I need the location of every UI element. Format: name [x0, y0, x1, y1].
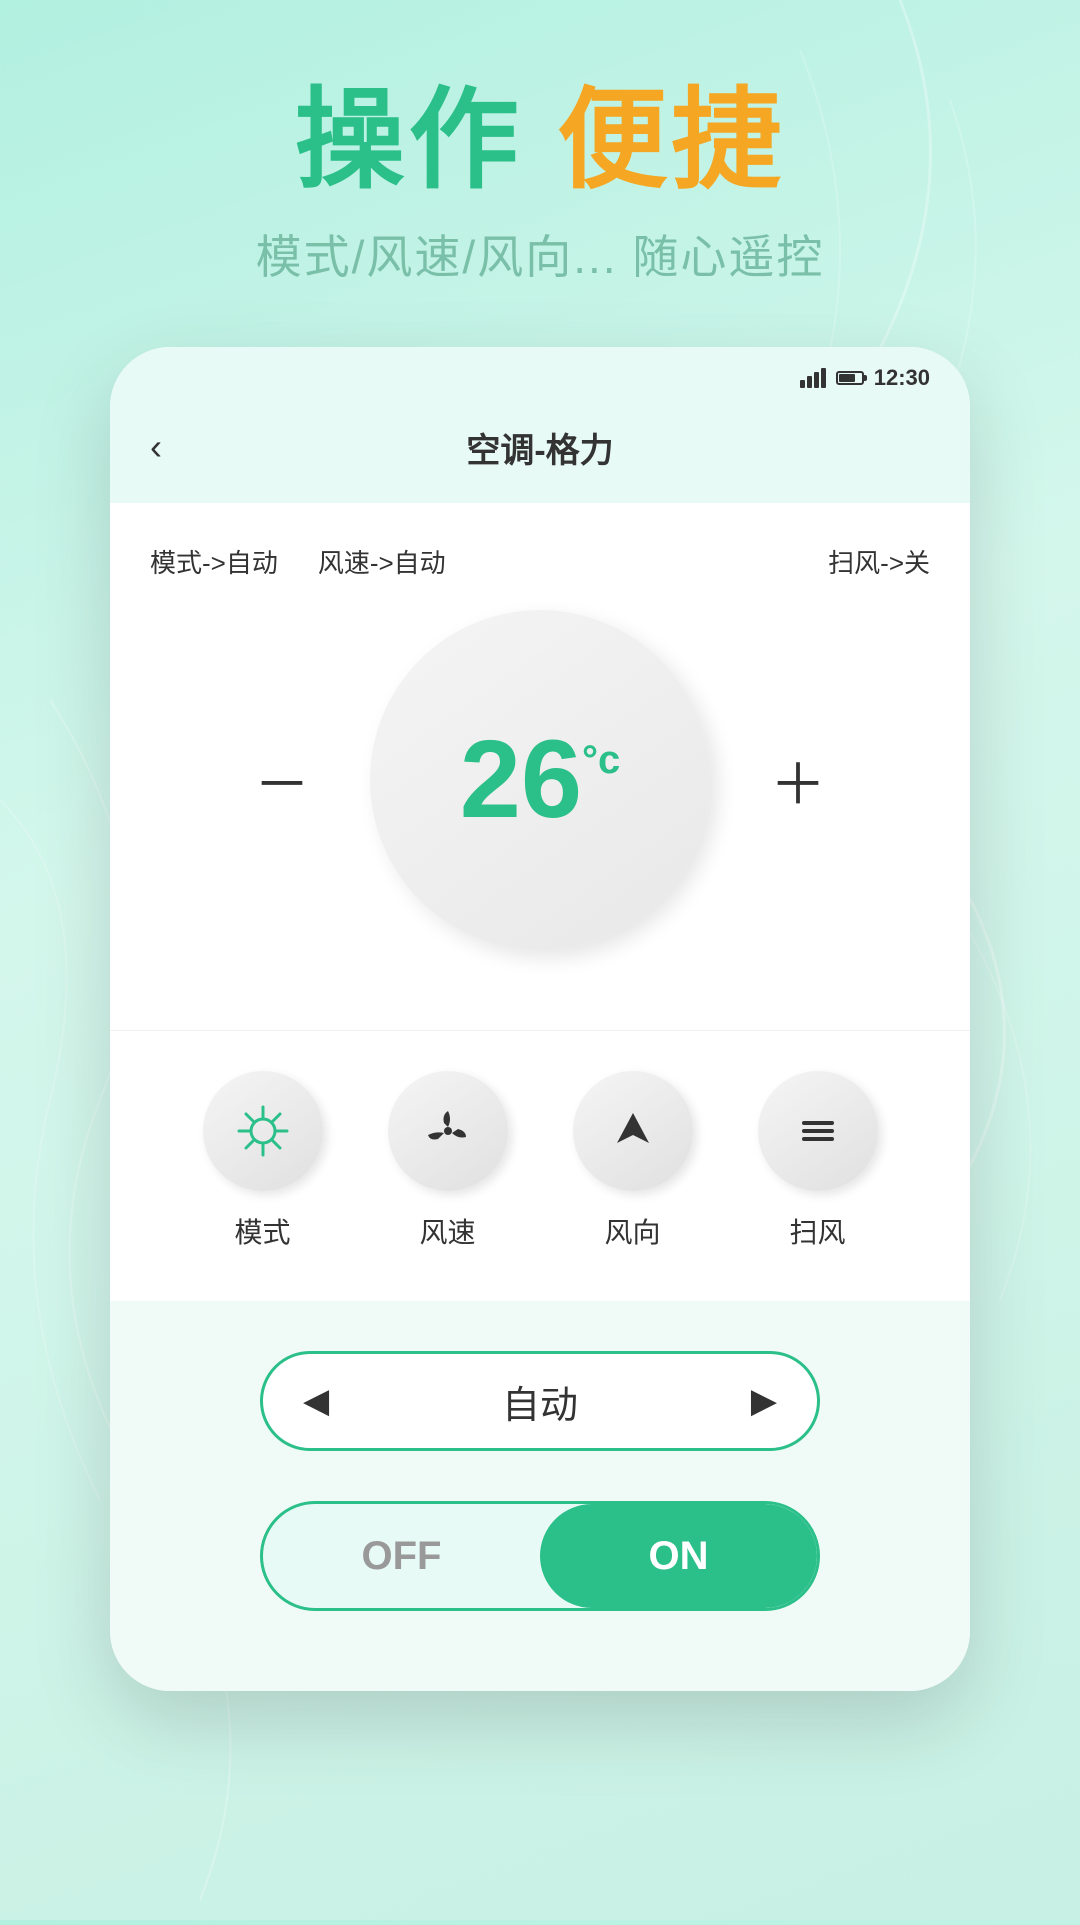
status-bar: 12:30 [110, 347, 970, 401]
wind-speed-button[interactable]: 风速 [388, 1071, 508, 1251]
temperature-display: 26 °c [370, 610, 710, 950]
mode-button[interactable]: 模式 [203, 1071, 323, 1251]
sweep-status: 扫风->关 [828, 543, 930, 580]
toggle-on-label: ON [540, 1534, 817, 1579]
temp-decrease-button[interactable]: － [254, 740, 310, 821]
hero-title: 操作 便捷 [295, 80, 786, 201]
bottom-section: ◀ 自动 ▶ OFF ON [110, 1301, 970, 1691]
battery-icon [836, 371, 864, 385]
temp-increase-button[interactable]: ＋ [770, 740, 826, 821]
wind-direction-button-label: 风向 [604, 1211, 660, 1251]
mode-button-label: 模式 [234, 1211, 290, 1251]
control-buttons-panel: 模式 风速 [110, 1030, 970, 1301]
temperature-control: － 26 °c ＋ [150, 610, 930, 950]
toggle-switch[interactable]: OFF ON [260, 1501, 820, 1611]
status-left: 模式->自动 风速->自动 [150, 543, 446, 580]
sweep-button[interactable]: 扫风 [758, 1071, 878, 1251]
phone-mockup: 12:30 ‹ 空调-格力 模式->自动 风速->自动 扫风->关 － [110, 347, 970, 1691]
selector-right-arrow[interactable]: ▶ [751, 1381, 777, 1421]
status-indicators: 模式->自动 风速->自动 扫风->关 [150, 543, 930, 580]
wind-speed-status: 风速->自动 [318, 543, 446, 580]
wind-direction-button[interactable]: 风向 [573, 1071, 693, 1251]
hero-subtitle: 模式/风速/风向... 随心遥控 [256, 221, 825, 287]
status-time: 12:30 [874, 365, 930, 391]
status-icons: 12:30 [800, 365, 930, 391]
selector-value: 自动 [502, 1374, 578, 1429]
main-content: 操作 便捷 模式/风速/风向... 随心遥控 12:30 ‹ [0, 0, 1080, 1691]
mode-button-circle [203, 1071, 323, 1191]
hero-title-orange: 便捷 [557, 79, 785, 202]
temperature-unit: °c [582, 740, 620, 780]
wind-speed-button-circle [388, 1071, 508, 1191]
control-buttons-row: 模式 风速 [170, 1071, 910, 1251]
wind-direction-button-circle [573, 1071, 693, 1191]
hero-title-green: 操作 [295, 79, 523, 202]
sweep-icon [790, 1103, 846, 1159]
mode-status: 模式->自动 [150, 543, 278, 580]
fan-icon [420, 1103, 476, 1159]
sweep-button-circle [758, 1071, 878, 1191]
sweep-button-label: 扫风 [789, 1211, 845, 1251]
back-button[interactable]: ‹ [150, 421, 177, 473]
control-area: 模式->自动 风速->自动 扫风->关 － 26 °c ＋ [110, 503, 970, 1020]
temperature-value: 26 °c [460, 725, 621, 835]
signal-icon [800, 368, 826, 388]
direction-icon [605, 1103, 661, 1159]
selector-left-arrow[interactable]: ◀ [303, 1381, 329, 1421]
app-title: 空调-格力 [466, 423, 613, 472]
selector-control[interactable]: ◀ 自动 ▶ [260, 1351, 820, 1451]
app-header: ‹ 空调-格力 [110, 401, 970, 503]
wind-speed-button-label: 风速 [419, 1211, 475, 1251]
toggle-off-label: OFF [263, 1534, 540, 1579]
mode-icon [235, 1103, 291, 1159]
